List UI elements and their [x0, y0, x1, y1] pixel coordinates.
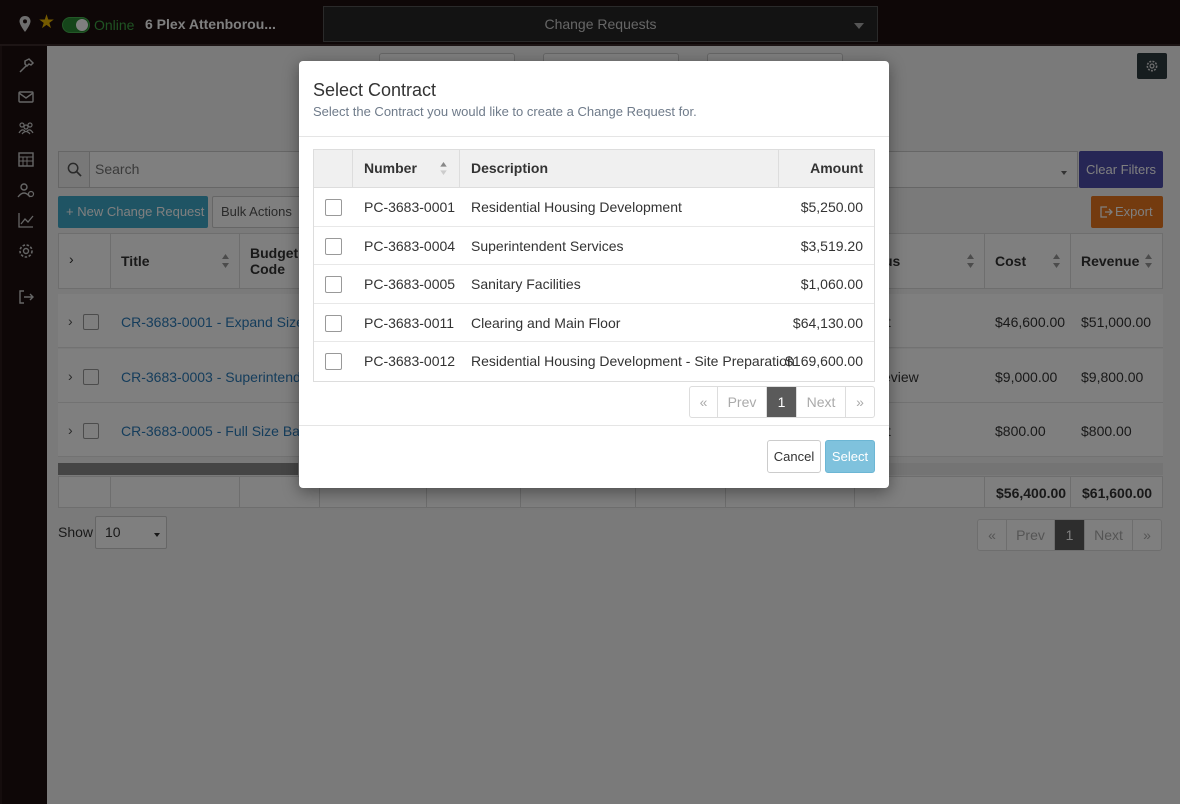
row-checkbox[interactable]: [325, 237, 342, 255]
row-checkbox[interactable]: [325, 314, 342, 332]
contract-amount: $3,519.20: [800, 237, 863, 254]
contract-description: Sanitary Facilities: [471, 276, 581, 292]
contract-row[interactable]: PC-3683-0001 Residential Housing Develop…: [314, 188, 874, 227]
contract-description: Residential Housing Development - Site P…: [471, 353, 795, 369]
contract-row[interactable]: PC-3683-0004 Superintendent Services $3,…: [314, 227, 874, 265]
contract-amount: $1,060.00: [800, 276, 863, 292]
contract-row[interactable]: PC-3683-0012 Residential Housing Develop…: [314, 342, 874, 381]
number-header-label: Number: [364, 160, 417, 176]
select-button[interactable]: Select: [825, 440, 875, 473]
number-column-header[interactable]: Number: [353, 150, 460, 187]
contract-row[interactable]: PC-3683-0005 Sanitary Facilities $1,060.…: [314, 265, 874, 304]
contract-description: Superintendent Services: [471, 237, 624, 254]
contract-number: PC-3683-0004: [364, 237, 456, 254]
description-header-label: Description: [471, 160, 549, 176]
contract-amount: $64,130.00: [792, 314, 863, 331]
row-checkbox[interactable]: [325, 276, 342, 293]
row-checkbox[interactable]: [325, 199, 342, 216]
next-page-button[interactable]: Next: [797, 387, 846, 417]
amount-column-header[interactable]: Amount: [779, 150, 874, 187]
contract-number: PC-3683-0005: [364, 276, 456, 292]
contract-row[interactable]: PC-3683-0011 Clearing and Main Floor $64…: [314, 304, 874, 342]
description-column-header[interactable]: Description: [460, 150, 779, 187]
contract-number: PC-3683-0011: [364, 314, 455, 331]
select-contract-modal: Select Contract Select the Contract you …: [299, 61, 889, 488]
cancel-button[interactable]: Cancel: [767, 440, 821, 473]
divider: [299, 136, 889, 137]
sort-icon: [440, 162, 447, 175]
select-all-header: [314, 150, 353, 187]
prev-page-button[interactable]: Prev: [718, 387, 767, 417]
modal-pagination: « Prev 1 Next »: [689, 386, 875, 418]
contract-description: Residential Housing Development: [471, 199, 682, 215]
contracts-table-header: Number Description Amount: [314, 150, 874, 188]
contracts-table: Number Description Amount PC-3683-0001 R…: [313, 149, 875, 382]
modal-title: Select Contract: [313, 80, 437, 100]
contract-number: PC-3683-0001: [364, 199, 456, 215]
page-1-button[interactable]: 1: [767, 387, 797, 417]
modal-subtitle: Select the Contract you would like to cr…: [313, 104, 697, 119]
last-page-button[interactable]: »: [846, 387, 874, 417]
contract-description: Clearing and Main Floor: [471, 314, 621, 331]
contract-amount: $169,600.00: [785, 353, 863, 369]
amount-header-label: Amount: [810, 160, 863, 176]
contract-amount: $5,250.00: [800, 199, 863, 215]
contract-number: PC-3683-0012: [364, 353, 456, 369]
first-page-button[interactable]: «: [690, 387, 718, 417]
row-checkbox[interactable]: [325, 353, 342, 370]
divider: [299, 425, 889, 426]
